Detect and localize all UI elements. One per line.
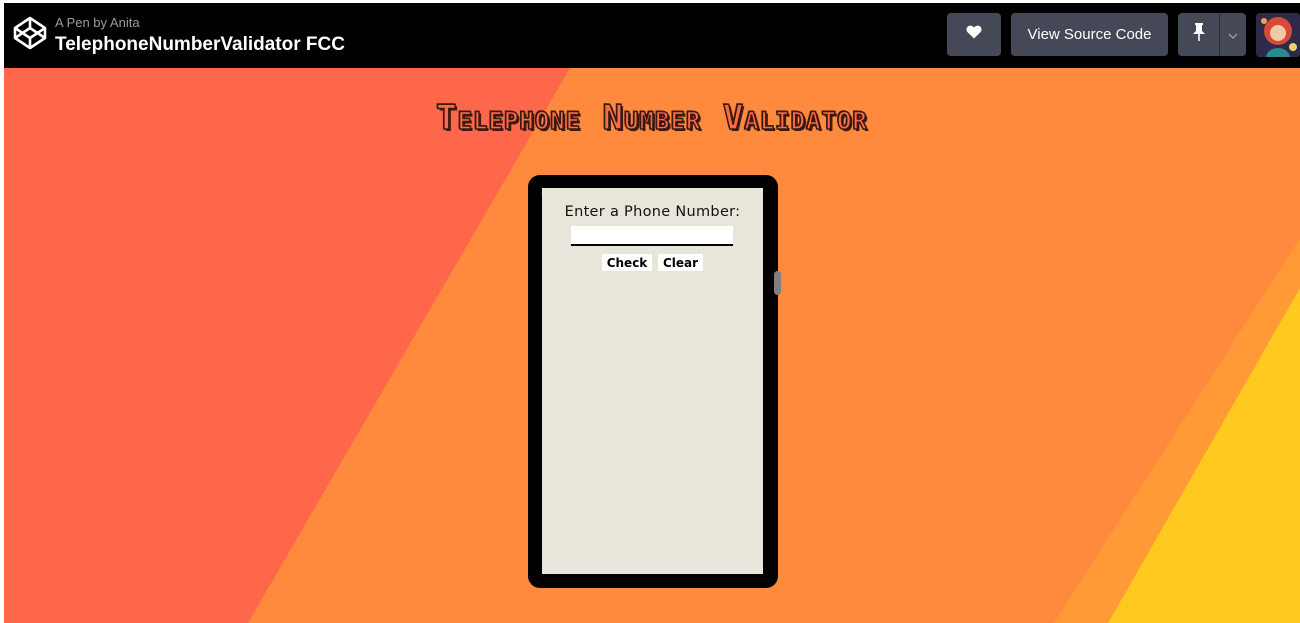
pen-byline[interactable]: A Pen by Anita bbox=[55, 15, 140, 30]
pin-button[interactable] bbox=[1178, 13, 1220, 56]
page-title: Telephone Number Validator bbox=[435, 97, 868, 139]
phone-frame: Enter a Phone Number: Check Clear bbox=[528, 175, 781, 588]
phone-screen: Enter a Phone Number: Check Clear bbox=[542, 188, 763, 574]
pin-menu-button[interactable] bbox=[1220, 13, 1246, 56]
phone-number-input[interactable] bbox=[571, 226, 733, 246]
clear-button[interactable]: Clear bbox=[658, 254, 703, 271]
codepen-header: A Pen by Anita TelephoneNumberValidator … bbox=[4, 3, 1300, 68]
pin-button-group bbox=[1178, 13, 1246, 56]
pen-preview: Telephone Number Validator Enter a Phone… bbox=[4, 68, 1300, 623]
chevron-down-icon bbox=[1228, 26, 1238, 44]
phone-prompt-label: Enter a Phone Number: bbox=[564, 204, 741, 220]
check-button[interactable]: Check bbox=[602, 254, 652, 271]
view-source-button[interactable]: View Source Code bbox=[1011, 13, 1168, 56]
app-window: A Pen by Anita TelephoneNumberValidator … bbox=[0, 0, 1300, 623]
pen-title: TelephoneNumberValidator FCC bbox=[55, 34, 345, 55]
user-avatar[interactable] bbox=[1256, 13, 1300, 57]
pin-icon bbox=[1192, 23, 1205, 46]
codepen-logo-icon[interactable] bbox=[12, 15, 48, 51]
heart-icon bbox=[966, 25, 982, 44]
phone-side-button bbox=[774, 271, 781, 295]
top-border bbox=[0, 0, 1300, 3]
like-button[interactable] bbox=[947, 13, 1001, 56]
